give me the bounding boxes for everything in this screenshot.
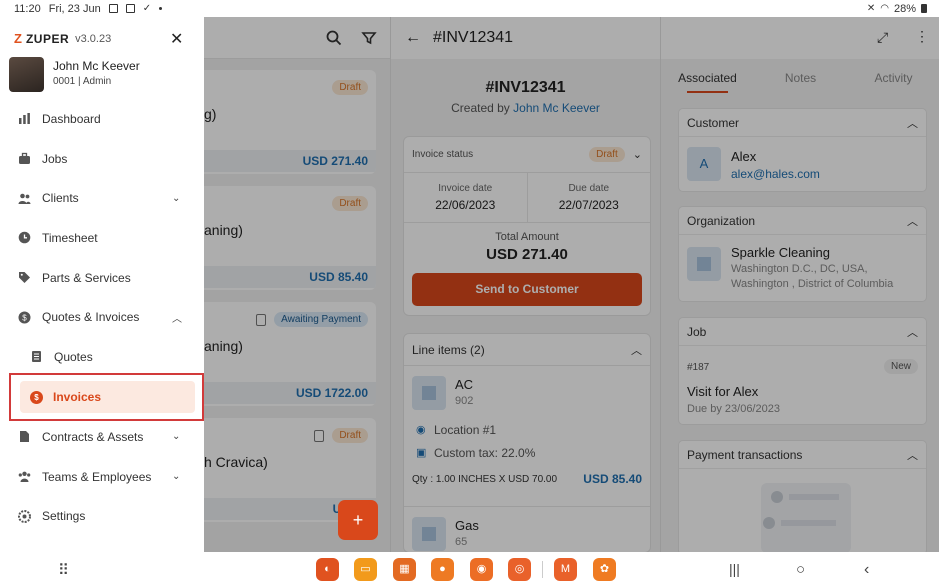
clock-icon bbox=[18, 231, 31, 244]
sidebar-item-timesheet[interactable]: Timesheet bbox=[0, 218, 204, 258]
calendar-icon bbox=[125, 4, 135, 13]
notification-dot-icon bbox=[159, 7, 163, 10]
sidebar-item-parts-services[interactable]: Parts & Services bbox=[0, 258, 204, 298]
document-icon bbox=[30, 350, 43, 363]
brand-name: ZUPER bbox=[25, 31, 70, 46]
back-icon[interactable]: ‹ bbox=[864, 561, 869, 579]
bar-chart-icon bbox=[18, 112, 31, 125]
selection-highlight: $ Invoices bbox=[9, 373, 204, 421]
sidebar-item-contracts-assets[interactable]: Contracts & Assets ⌄ bbox=[0, 417, 204, 457]
home-icon[interactable]: ○ bbox=[796, 561, 805, 578]
dollar-icon: $ bbox=[30, 390, 43, 404]
drawer-scrim[interactable] bbox=[204, 17, 939, 552]
tag-icon bbox=[18, 271, 31, 284]
close-icon[interactable]: ✕ bbox=[170, 29, 183, 49]
settings-app-icon[interactable]: ✿ bbox=[593, 558, 616, 581]
briefcase-icon bbox=[18, 152, 31, 165]
avatar[interactable] bbox=[9, 57, 44, 92]
dock-divider bbox=[542, 561, 543, 578]
browser-app-icon[interactable]: ◐ bbox=[316, 558, 339, 581]
sidebar-item-settings[interactable]: Settings bbox=[0, 496, 204, 536]
battery-icon bbox=[921, 4, 927, 13]
dollar-icon: $ bbox=[18, 311, 31, 324]
zuper-app-icon[interactable]: M bbox=[554, 558, 577, 581]
sidebar-item-jobs[interactable]: Jobs bbox=[0, 139, 204, 179]
contacts-app-icon[interactable]: ◉ bbox=[470, 558, 493, 581]
date: Fri, 23 Jun bbox=[48, 2, 101, 15]
gallery-icon bbox=[108, 4, 118, 13]
zuper-logo-icon: Z bbox=[14, 31, 22, 46]
app-version: v3.0.23 bbox=[75, 32, 112, 45]
nav-menu-lower: Contracts & Assets ⌄ Teams & Employees ⌄… bbox=[0, 417, 204, 536]
sidebar-item-dashboard[interactable]: Dashboard bbox=[0, 99, 204, 139]
team-icon bbox=[18, 470, 31, 483]
messages-app-icon[interactable]: ● bbox=[431, 558, 454, 581]
svg-text:$: $ bbox=[22, 313, 27, 322]
file-icon bbox=[18, 430, 31, 443]
user-name: John Mc Keever bbox=[53, 59, 140, 73]
gear-icon bbox=[18, 509, 31, 523]
system-navigation-bar: ⠿ ◐ ▭ ▦ ● ◉ ◎ M ✿ ||| ○ ‹ bbox=[0, 552, 939, 587]
check-icon: ✓ bbox=[142, 3, 152, 14]
chevron-up-icon[interactable]: ︿ bbox=[172, 310, 182, 325]
mute-icon: ✕ bbox=[866, 3, 876, 14]
brand: Z ZUPER v3.0.23 bbox=[14, 31, 111, 46]
app-drawer-icon[interactable]: ⠿ bbox=[58, 561, 69, 579]
user-role: 0001 | Admin bbox=[53, 76, 112, 87]
nav-menu: Dashboard Jobs Clients ⌄ Timesheet Parts… bbox=[0, 99, 204, 377]
chevron-down-icon[interactable]: ⌄ bbox=[172, 471, 180, 482]
sidebar-item-teams-employees[interactable]: Teams & Employees ⌄ bbox=[0, 457, 204, 497]
sidebar-item-invoices[interactable]: $ Invoices bbox=[20, 381, 195, 413]
battery-percent: 28% bbox=[893, 2, 916, 15]
navigation-drawer: Z ZUPER v3.0.23 ✕ John Mc Keever 0001 | … bbox=[0, 17, 204, 552]
app-window: Draft g) USD 271.40 Draft aning) USD 85.… bbox=[0, 17, 939, 552]
camera-app-icon[interactable]: ◎ bbox=[508, 558, 531, 581]
sidebar-item-quotes-invoices[interactable]: $ Quotes & Invoices ︿ bbox=[0, 297, 204, 337]
sidebar-item-quotes[interactable]: Quotes bbox=[0, 337, 204, 377]
wifi-icon: ◠ bbox=[880, 3, 889, 14]
calendar-app-icon[interactable]: ▦ bbox=[393, 558, 416, 581]
clock: 11:20 bbox=[14, 2, 41, 15]
status-bar: 11:20 Fri, 23 Jun ✓ ✕ ◠ 28% bbox=[0, 0, 939, 17]
sidebar-item-clients[interactable]: Clients ⌄ bbox=[0, 178, 204, 218]
recents-icon[interactable]: ||| bbox=[729, 561, 740, 577]
users-icon bbox=[18, 192, 31, 205]
files-app-icon[interactable]: ▭ bbox=[354, 558, 377, 581]
chevron-down-icon[interactable]: ⌄ bbox=[172, 431, 180, 442]
chevron-down-icon[interactable]: ⌄ bbox=[172, 193, 180, 204]
add-fab-button[interactable]: + bbox=[338, 500, 378, 540]
